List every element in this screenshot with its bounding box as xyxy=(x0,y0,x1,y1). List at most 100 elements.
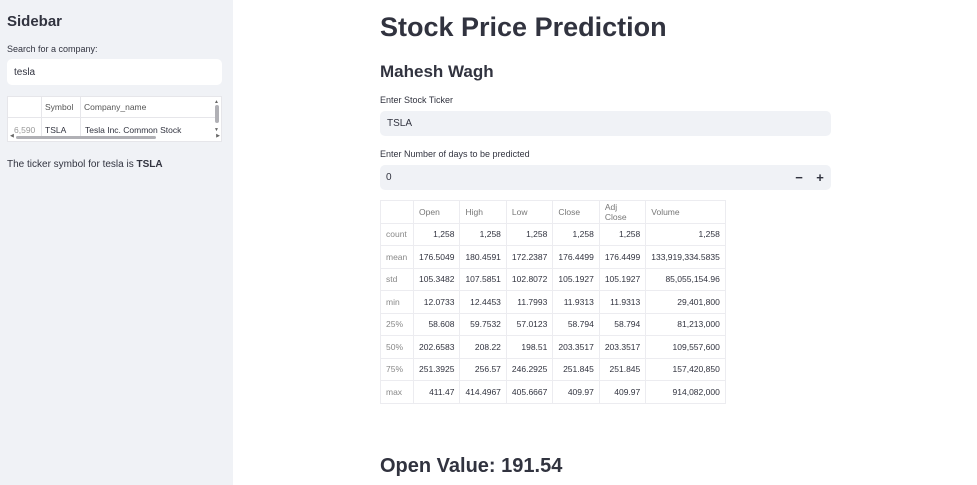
table-cell: 409.97 xyxy=(552,380,600,404)
table-cell: 11.9313 xyxy=(598,290,647,314)
table-cell: 109,557,600 xyxy=(645,335,726,359)
table-cell: 176.4499 xyxy=(552,245,600,269)
table-cell: 29,401,800 xyxy=(645,290,726,314)
table-cell: 1,258 xyxy=(645,222,726,246)
table-cell: 133,919,334.5835 xyxy=(645,245,726,269)
table-cell: 105.1927 xyxy=(598,267,647,291)
company-search-label: Search for a company: xyxy=(7,44,98,54)
scroll-right-icon[interactable]: ▶ xyxy=(216,133,220,139)
ticker-result-symbol: TSLA xyxy=(136,159,163,170)
row-label: max xyxy=(380,380,414,404)
table-row[interactable]: mean 176.5049 180.4591 172.2387 176.4499 176.… xyxy=(380,245,726,269)
row-index: 6,590 xyxy=(14,125,36,135)
table-header-row: Open High Low Close Adj Close Volume xyxy=(380,200,726,224)
table-row[interactable]: 75% 251.3925 256.57 246.2925 251.845 251.845 1… xyxy=(380,357,726,381)
table-cell: 251.845 xyxy=(552,357,600,381)
table-cell: 176.4499 xyxy=(598,245,647,269)
column-header-company-name[interactable]: Company_name xyxy=(84,102,146,112)
vertical-scrollbar[interactable]: ▲ ▼ xyxy=(214,99,220,133)
table-cell: 102.8072 xyxy=(505,267,554,291)
table-cell: 12.4453 xyxy=(459,290,507,314)
scroll-left-icon[interactable]: ◀ xyxy=(10,133,14,139)
company-search-input[interactable] xyxy=(7,59,222,85)
column-header-volume[interactable]: Volume xyxy=(645,200,726,224)
table-cell: 208.22 xyxy=(459,335,507,359)
row-label: std xyxy=(380,267,414,291)
decrement-button[interactable]: − xyxy=(789,167,809,188)
row-label: mean xyxy=(380,245,414,269)
row-label: min xyxy=(380,290,414,314)
table-cell: 1,258 xyxy=(459,222,507,246)
row-company-name: Tesla Inc. Common Stock xyxy=(85,125,182,135)
table-row[interactable]: 25% 58.608 59.7532 57.0123 58.794 58.794 81,21… xyxy=(380,312,726,336)
table-cell: 203.3517 xyxy=(552,335,600,359)
table-cell: 11.9313 xyxy=(552,290,600,314)
ticker-input-label: Enter Stock Ticker xyxy=(380,95,454,105)
horizontal-scrollbar[interactable]: ◀ ▶ xyxy=(10,133,220,140)
increment-button[interactable]: + xyxy=(810,167,830,188)
table-cell: 58.608 xyxy=(412,312,461,336)
table-cell: 85,055,154.96 xyxy=(645,267,726,291)
statistics-table[interactable]: Open High Low Close Adj Close Volume cou… xyxy=(380,200,726,404)
table-cell: 105.3482 xyxy=(412,267,461,291)
table-row[interactable]: max 411.47 414.4967 405.6667 409.97 409.97 914… xyxy=(380,380,726,404)
row-label: 25% xyxy=(380,312,414,336)
days-input-value[interactable]: 0 xyxy=(386,172,392,183)
table-cell: 1,258 xyxy=(552,222,600,246)
ticker-input[interactable] xyxy=(380,111,831,136)
table-cell: 57.0123 xyxy=(505,312,554,336)
table-row[interactable]: 50% 202.6583 208.22 198.51 203.3517 203.3517 1… xyxy=(380,335,726,359)
ticker-result-text: The ticker symbol for tesla is TSLA xyxy=(7,159,163,170)
ticker-result-prefix: The ticker symbol for tesla is xyxy=(7,159,134,170)
column-header-high[interactable]: High xyxy=(459,200,507,224)
table-cell: 202.6583 xyxy=(412,335,461,359)
horizontal-scroll-thumb[interactable] xyxy=(16,136,156,139)
table-cell: 107.5851 xyxy=(459,267,507,291)
table-cell: 58.794 xyxy=(598,312,647,336)
app: Sidebar Search for a company: Symbol Com… xyxy=(0,0,977,485)
table-row[interactable]: min 12.0733 12.4453 11.7993 11.9313 11.9313 29… xyxy=(380,290,726,314)
sidebar-title: Sidebar xyxy=(7,13,63,30)
column-header-open[interactable]: Open xyxy=(412,200,461,224)
table-cell: 58.794 xyxy=(552,312,600,336)
table-cell: 405.6667 xyxy=(505,380,554,404)
table-cell: 180.4591 xyxy=(459,245,507,269)
row-label: 75% xyxy=(380,357,414,381)
table-cell: 914,082,000 xyxy=(645,380,726,404)
column-header-close[interactable]: Close xyxy=(552,200,600,224)
vertical-scroll-thumb[interactable] xyxy=(215,105,219,123)
table-cell: 1,258 xyxy=(412,222,461,246)
table-cell: 172.2387 xyxy=(505,245,554,269)
column-header-index xyxy=(380,200,414,224)
page-title: Stock Price Prediction xyxy=(380,12,667,42)
table-row[interactable]: count 1,258 1,258 1,258 1,258 1,258 1,258 xyxy=(380,222,726,246)
table-cell: 246.2925 xyxy=(505,357,554,381)
table-cell: 411.47 xyxy=(412,380,461,404)
column-header-low[interactable]: Low xyxy=(505,200,554,224)
row-label: count xyxy=(380,222,414,246)
column-header-symbol[interactable]: Symbol xyxy=(45,102,73,112)
table-cell: 198.51 xyxy=(505,335,554,359)
company-results-table[interactable]: Symbol Company_name 6,590 TSLA Tesla Inc… xyxy=(7,96,222,142)
table-cell: 414.4967 xyxy=(459,380,507,404)
row-symbol: TSLA xyxy=(45,125,67,135)
table-cell: 251.845 xyxy=(598,357,647,381)
table-cell: 176.5049 xyxy=(412,245,461,269)
table-row[interactable]: std 105.3482 107.5851 102.8072 105.1927 105.1… xyxy=(380,267,726,291)
sidebar: Sidebar Search for a company: Symbol Com… xyxy=(0,0,233,485)
row-label: 50% xyxy=(380,335,414,359)
table-cell: 81,213,000 xyxy=(645,312,726,336)
table-cell: 1,258 xyxy=(598,222,647,246)
days-stepper[interactable]: 0 − + xyxy=(380,165,831,190)
table-cell: 12.0733 xyxy=(412,290,461,314)
table-cell: 203.3517 xyxy=(598,335,647,359)
table-cell: 251.3925 xyxy=(412,357,461,381)
table-cell: 59.7532 xyxy=(459,312,507,336)
table-cell: 105.1927 xyxy=(552,267,600,291)
column-header-adj-close[interactable]: Adj Close xyxy=(598,200,647,224)
open-value-result: Open Value: 191.54 xyxy=(380,455,563,477)
table-cell: 1,258 xyxy=(505,222,554,246)
table-cell: 157,420,850 xyxy=(645,357,726,381)
table-cell: 11.7993 xyxy=(505,290,554,314)
table-cell: 409.97 xyxy=(598,380,647,404)
